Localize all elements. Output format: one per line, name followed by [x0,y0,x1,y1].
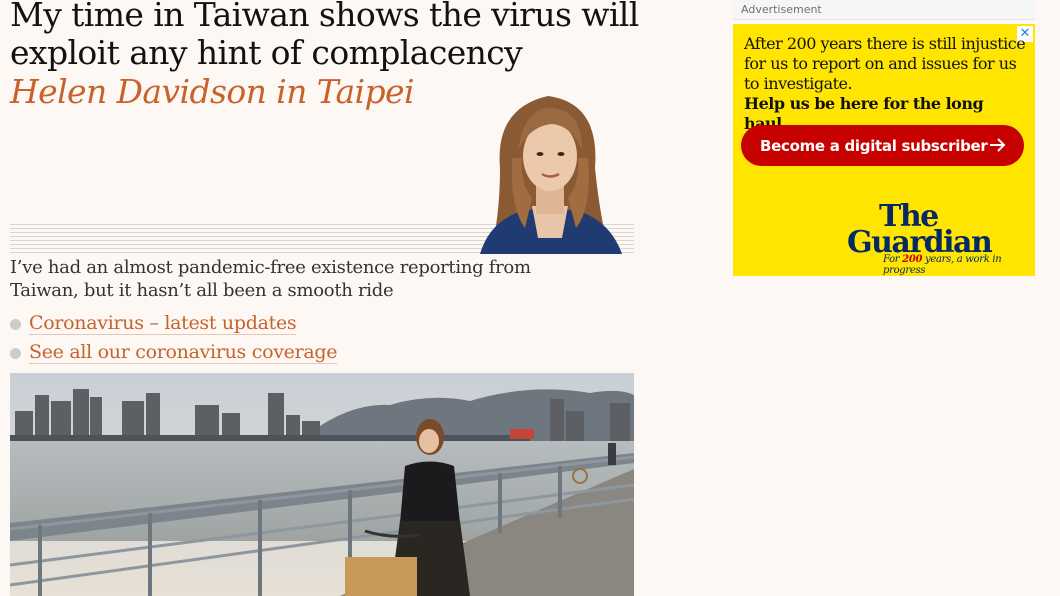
bullet-icon [10,348,21,359]
arrow-right-icon [990,138,1006,152]
ad-copy: After 200 years there is still injustice… [744,34,1029,134]
article-headline: My time in Taiwan shows the virus will e… [10,0,639,72]
main-article-photo [10,373,634,596]
ad-copy-main: After 200 years there is still injustice… [744,34,1026,93]
advertisement-label: Advertisement [733,0,1035,20]
related-link-row: See all our coronavirus coverage [10,338,338,367]
article-standfirst: I’ve had an almost pandemic-free existen… [10,257,531,301]
related-link-row: Coronavirus – latest updates [10,309,337,338]
ad-button-label: Become a digital subscriber [760,136,988,155]
coronavirus-coverage-link[interactable]: See all our coronavirus coverage [29,341,338,364]
author-photo [470,88,632,254]
coronavirus-latest-link[interactable]: Coronavirus – latest updates [29,312,297,335]
author-byline[interactable]: Helen Davidson in Taipei [10,72,415,112]
bullet-icon [10,319,21,330]
guardian-subscribe-ad[interactable]: ✕ After 200 years there is still injusti… [733,24,1035,276]
guardian-tagline: For 200 years, a work in progress [883,254,1002,276]
related-links: Coronavirus – latest updates See all our… [10,309,338,367]
become-subscriber-button[interactable]: Become a digital subscriber [741,125,1024,166]
